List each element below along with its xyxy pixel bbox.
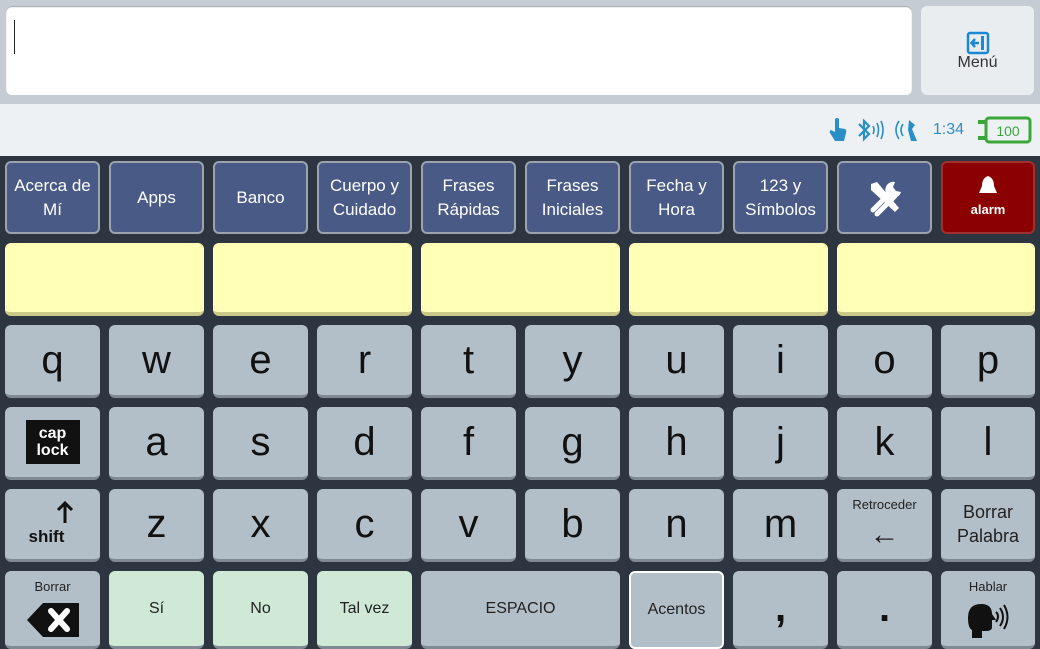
key-z[interactable]: z (109, 489, 204, 562)
key-t[interactable]: t (421, 325, 516, 398)
key-q[interactable]: q (5, 325, 100, 398)
key-d[interactable]: d (317, 407, 412, 480)
key-n[interactable]: n (629, 489, 724, 562)
status-time: 1:34 (932, 121, 964, 138)
category-apps[interactable]: Apps (109, 161, 204, 234)
borrar-label: Borrar (34, 579, 71, 594)
category-label: Mí (43, 199, 62, 219)
caplock-icon: cap lock (25, 420, 80, 464)
key-s[interactable]: s (213, 407, 308, 480)
word-prediction-slot[interactable] (837, 243, 1035, 316)
category-label: Fecha y (646, 175, 707, 195)
key-y[interactable]: y (525, 325, 620, 398)
key-p[interactable]: p (941, 325, 1035, 398)
category-label: Hora (658, 199, 695, 219)
key-e[interactable]: e (213, 325, 308, 398)
menu-button[interactable]: Menú (921, 6, 1034, 95)
comma-key[interactable]: , (733, 571, 828, 649)
left-arrow-icon: ← (869, 518, 900, 551)
period-key[interactable]: . (837, 571, 932, 649)
alarm-button[interactable]: alarm (941, 161, 1035, 234)
key-j[interactable]: j (733, 407, 828, 480)
key-i[interactable]: i (733, 325, 828, 398)
category-123-y-simbolos[interactable]: 123 y Símbolos (733, 161, 828, 234)
acentos-key[interactable]: Acentos (629, 571, 724, 649)
category-label: Frases (546, 175, 599, 195)
key-m[interactable]: m (733, 489, 828, 562)
space-key[interactable]: ESPACIO (421, 571, 620, 649)
speak-icon (968, 603, 1009, 638)
key-a[interactable]: a (109, 407, 204, 480)
hablar-label: Hablar (968, 579, 1008, 594)
no-key[interactable]: No (213, 571, 308, 649)
key-k[interactable]: k (837, 407, 932, 480)
key-x[interactable]: x (213, 489, 308, 562)
bell-icon (979, 175, 997, 193)
top-bar: Menú (0, 0, 1040, 104)
word-prediction-slot[interactable] (213, 243, 412, 316)
borrar-palabra-label: Palabra (956, 526, 1020, 546)
caplock-label: cap (38, 425, 67, 442)
key-h[interactable]: h (629, 407, 724, 480)
key-g[interactable]: g (525, 407, 620, 480)
alarm-label: alarm (970, 201, 1006, 217)
category-label: Cuidado (332, 199, 397, 219)
shift-arrow-icon (56, 501, 73, 523)
key-u[interactable]: u (629, 325, 724, 398)
word-prediction-slot[interactable] (5, 243, 204, 316)
category-label: Banco (236, 187, 285, 207)
word-prediction-slot[interactable] (629, 243, 828, 316)
battery-level: 100 (996, 123, 1020, 139)
borrar-palabra-label: Borrar (962, 502, 1013, 522)
key-c[interactable]: c (317, 489, 412, 562)
borrar-palabra-key[interactable]: Borrar Palabra (941, 489, 1035, 562)
wireless-switch-icon (895, 120, 917, 141)
battery-icon: 100 (978, 116, 1032, 144)
category-label: 123 y (759, 175, 802, 195)
key-l[interactable]: l (941, 407, 1035, 480)
category-label: Acerca de (14, 175, 91, 195)
key-f[interactable]: f (421, 407, 516, 480)
category-banco[interactable]: Banco (213, 161, 308, 234)
key-v[interactable]: v (421, 489, 516, 562)
category-frases-iniciales[interactable]: Frases Iniciales (525, 161, 620, 234)
status-icons: 1:34 100 (827, 116, 1034, 144)
key-b[interactable]: b (525, 489, 620, 562)
tools-button[interactable] (837, 161, 932, 234)
key-r[interactable]: r (317, 325, 412, 398)
text-caret (14, 20, 15, 54)
category-label: Cuerpo y (330, 175, 399, 195)
exit-menu-icon (966, 31, 990, 55)
hablar-key[interactable]: Hablar (941, 571, 1035, 649)
bluetooth-icon (858, 118, 884, 142)
caplock-label: lock (36, 442, 69, 459)
retroceder-key[interactable]: Retroceder ← (837, 489, 932, 562)
shift-label: shift (28, 527, 65, 546)
tal-vez-key[interactable]: Tal vez (317, 571, 412, 649)
message-text-area[interactable] (6, 6, 912, 95)
category-label: Iniciales (541, 199, 604, 219)
key-o[interactable]: o (837, 325, 932, 398)
category-label: Símbolos (745, 199, 816, 219)
category-frases-rapidas[interactable]: Frases Rápidas (421, 161, 516, 234)
shift-key[interactable]: shift (5, 489, 100, 562)
word-prediction-slot[interactable] (421, 243, 620, 316)
category-label: Frases (442, 175, 495, 195)
tools-icon (870, 181, 901, 216)
category-label: Rápidas (437, 199, 500, 219)
menu-label: Menú (957, 54, 998, 71)
category-fecha-y-hora[interactable]: Fecha y Hora (629, 161, 724, 234)
si-key[interactable]: Sí (109, 571, 204, 649)
category-label: Apps (137, 187, 176, 207)
touch-icon (829, 118, 847, 141)
retroceder-label: Retroceder (852, 497, 917, 512)
key-w[interactable]: w (109, 325, 204, 398)
borrar-key[interactable]: Borrar (5, 571, 100, 649)
category-acerca-de-mi[interactable]: Acerca de Mí (5, 161, 100, 234)
category-cuerpo-y-cuidado[interactable]: Cuerpo y Cuidado (317, 161, 412, 234)
backspace-icon (26, 602, 79, 637)
status-bar: 1:34 100 (0, 104, 1040, 156)
caplock-key[interactable]: cap lock (5, 407, 100, 480)
